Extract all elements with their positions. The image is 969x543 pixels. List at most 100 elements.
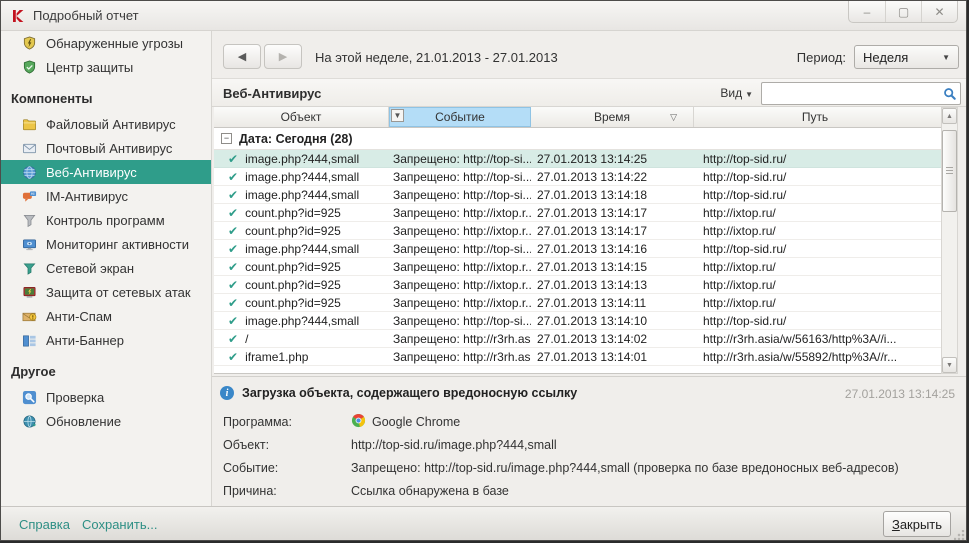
im-av-icon: HI [21, 188, 37, 204]
sidebar-item-label: Мониторинг активности [46, 237, 189, 252]
chevron-down-icon: ▼ [942, 53, 950, 62]
view-dropdown[interactable]: Вид▼ [720, 86, 753, 100]
detailed-report-window: Подробный отчет – ▢ ✕ Обнаруженные угроз… [0, 0, 967, 541]
sidebar-item-activity-monitor[interactable]: Мониторинг активности [1, 232, 211, 256]
column-header-event[interactable]: ▼ Событие [389, 107, 531, 127]
arrow-left-icon: ◀ [238, 50, 246, 63]
sidebar-item-app-control[interactable]: Контроль программ [1, 208, 211, 232]
sidebar-item-label: Анти-Баннер [46, 333, 124, 348]
search-icon[interactable] [940, 87, 960, 101]
previous-period-button[interactable]: ◀ [223, 44, 261, 69]
details-event-value: Запрещено: http://top-sid.ru/image.php?4… [351, 461, 899, 475]
details-timestamp: 27.01.2013 13:14:25 [845, 387, 955, 401]
details-event-row: Событие: Запрещено: http://top-sid.ru/im… [223, 456, 943, 479]
sidebar-item-web-av[interactable]: Веб-Антивирус [1, 160, 211, 184]
check-icon: ✔ [228, 206, 238, 220]
sidebar-item-anti-banner[interactable]: Анти-Баннер [1, 328, 211, 352]
sidebar-item-threats-shield[interactable]: Обнаруженные угрозы [1, 31, 211, 55]
report-toolbar: ◀ ▶ На этой неделе, 21.01.2013 - 27.01.2… [212, 31, 967, 78]
chrome-icon [351, 413, 366, 431]
column-header-object[interactable]: Объект [214, 107, 389, 127]
table-row[interactable]: ✔count.php?id=925 Запрещено: http://ixto… [214, 294, 952, 312]
period-label: Период: [797, 50, 846, 65]
vertical-scrollbar[interactable]: ▲ ▼ [941, 107, 958, 374]
date-group-row: − Дата: Сегодня (28) [214, 128, 952, 150]
resize-grip[interactable] [954, 530, 965, 541]
table-row[interactable]: ✔count.php?id=925 Запрещено: http://ixto… [214, 222, 952, 240]
activity-monitor-icon [21, 236, 37, 252]
maximize-button[interactable]: ▢ [885, 1, 921, 22]
help-link[interactable]: Справка [19, 517, 70, 532]
sidebar-item-label: Центр защиты [46, 60, 133, 75]
details-program-row: Программа: Google Chrome [223, 410, 943, 433]
scroll-down-button[interactable]: ▼ [942, 357, 957, 373]
date-group-label: Дата: Сегодня (28) [239, 132, 353, 146]
details-event-label: Событие: [223, 461, 351, 475]
check-icon: ✔ [228, 332, 238, 346]
collapse-group-icon[interactable]: − [221, 133, 232, 144]
table-row[interactable]: ✔image.php?444,small Запрещено: http://t… [214, 168, 952, 186]
close-button[interactable]: Закрыть [883, 511, 951, 537]
anti-spam-icon [21, 308, 37, 324]
sidebar-item-scan[interactable]: Проверка [1, 385, 211, 409]
details-reason-label: Причина: [223, 484, 351, 498]
check-icon: ✔ [228, 224, 238, 238]
check-icon: ✔ [228, 188, 238, 202]
table-row[interactable]: ✔iframe1.php Запрещено: http://r3rh.as..… [214, 348, 952, 366]
footer-bar: Справка Сохранить... Закрыть [1, 506, 966, 541]
check-icon: ✔ [228, 350, 238, 364]
sidebar-item-label: Проверка [46, 390, 104, 405]
window-title: Подробный отчет [33, 8, 139, 23]
check-icon: ✔ [228, 152, 238, 166]
check-icon: ✔ [228, 278, 238, 292]
web-av-icon [21, 164, 37, 180]
title-bar: Подробный отчет – ▢ ✕ [1, 1, 966, 31]
app-control-icon [21, 212, 37, 228]
scroll-up-button[interactable]: ▲ [942, 108, 957, 124]
sidebar-item-im-av[interactable]: HIIM-Антивирус [1, 184, 211, 208]
sidebar-item-network-attack[interactable]: Защита от сетевых атак [1, 280, 211, 304]
next-period-button[interactable]: ▶ [264, 44, 302, 69]
column-header-path[interactable]: Путь [694, 107, 936, 127]
table-row[interactable]: ✔count.php?id=925 Запрещено: http://ixto… [214, 258, 952, 276]
search-input[interactable] [762, 84, 940, 103]
table-row[interactable]: ✔count.php?id=925 Запрещено: http://ixto… [214, 276, 952, 294]
table-row[interactable]: ✔image.php?444,small Запрещено: http://t… [214, 186, 952, 204]
sidebar-item-label: Файловый Антивирус [46, 117, 176, 132]
sidebar-item-update[interactable]: Обновление [1, 409, 211, 433]
table-row[interactable]: ✔image.php?444,small Запрещено: http://t… [214, 240, 952, 258]
minimize-button[interactable]: – [849, 1, 885, 22]
sidebar-section-header: Другое [1, 352, 211, 385]
details-reason-value: Ссылка обнаружена в базе [351, 484, 509, 498]
table-header: Объект ▼ Событие Время ▽ Путь [214, 107, 952, 128]
chevron-down-icon: ▼ [745, 90, 753, 99]
sidebar-item-label: Почтовый Антивирус [46, 141, 172, 156]
content-area: ◀ ▶ На этой неделе, 21.01.2013 - 27.01.2… [212, 31, 967, 506]
table-row[interactable]: ✔count.php?id=925 Запрещено: http://ixto… [214, 204, 952, 222]
filter-icon[interactable]: ▼ [391, 109, 404, 122]
table-row[interactable]: ✔image.php?444,small Запрещено: http://t… [214, 312, 952, 330]
sidebar-item-label: Обнаруженные угрозы [46, 36, 183, 51]
network-attack-icon [21, 284, 37, 300]
sidebar-item-mail-av[interactable]: Почтовый Антивирус [1, 136, 211, 160]
sidebar-item-protection-center[interactable]: Центр защиты [1, 55, 211, 79]
period-dropdown[interactable]: Неделя ▼ [854, 45, 959, 69]
sidebar-item-anti-spam[interactable]: Анти-Спам [1, 304, 211, 328]
sidebar-item-file-av[interactable]: Файловый Антивирус [1, 112, 211, 136]
table-row[interactable]: ✔image.php?444,small Запрещено: http://t… [214, 150, 952, 168]
kaspersky-logo-icon [10, 8, 26, 24]
column-header-time[interactable]: Время ▽ [531, 107, 694, 127]
save-link[interactable]: Сохранить... [82, 517, 157, 532]
sidebar-item-firewall[interactable]: Сетевой экран [1, 256, 211, 280]
threats-shield-icon [21, 35, 37, 51]
protection-center-icon [21, 59, 37, 75]
anti-banner-icon [21, 332, 37, 348]
search-box [761, 82, 961, 105]
sidebar-item-label: Анти-Спам [46, 309, 112, 324]
table-row[interactable]: ✔/ Запрещено: http://r3rh.as... 27.01.20… [214, 330, 952, 348]
scrollbar-thumb[interactable] [942, 130, 957, 212]
check-icon: ✔ [228, 314, 238, 328]
close-window-button[interactable]: ✕ [921, 1, 957, 22]
check-icon: ✔ [228, 242, 238, 256]
svg-text:HI: HI [30, 192, 34, 196]
